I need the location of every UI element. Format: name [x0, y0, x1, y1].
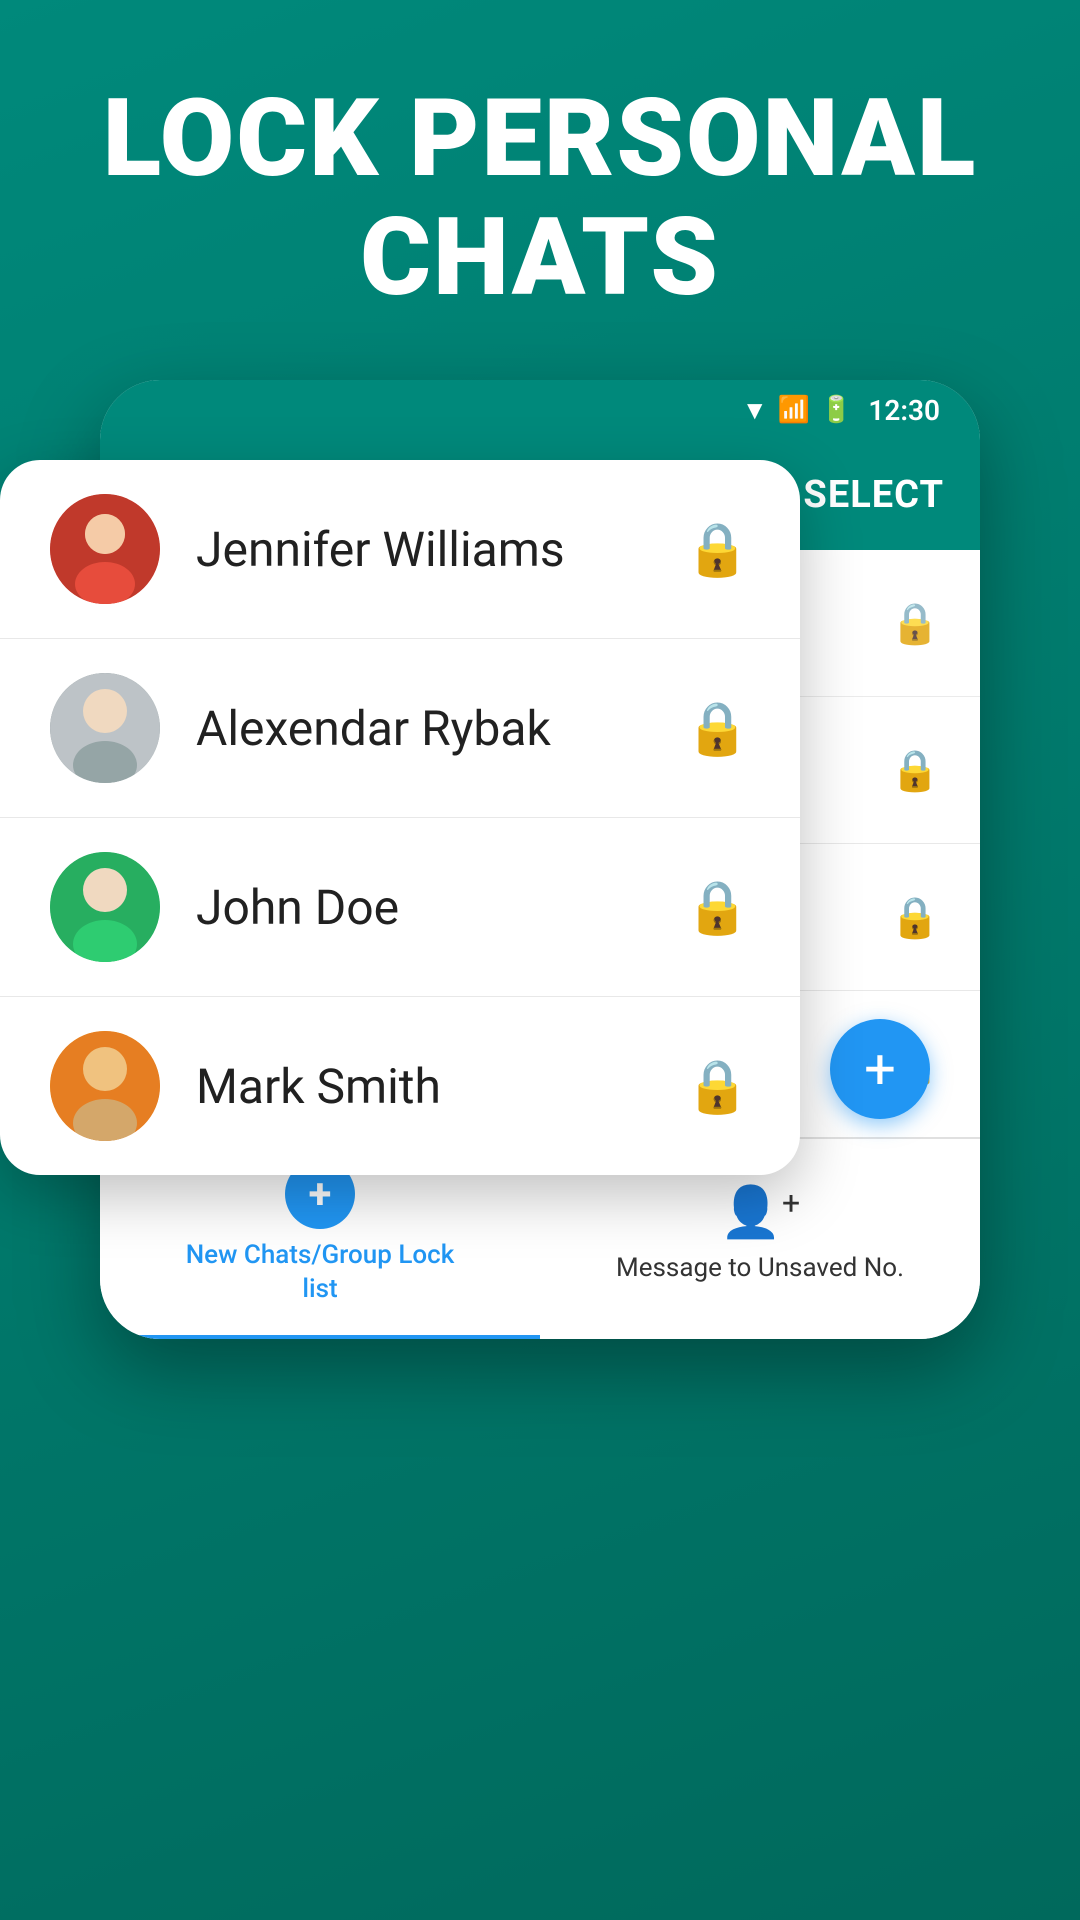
avatar	[50, 494, 160, 604]
fab-button[interactable]: +	[830, 1019, 930, 1119]
contact-name: John Doe	[196, 879, 685, 936]
lock-icon: 🔒	[890, 747, 940, 794]
lock-icon: 🔒	[685, 1056, 750, 1117]
lock-icon: 🔒	[685, 698, 750, 759]
avatar	[50, 673, 160, 783]
status-bar: ▼ 📶 🔋 12:30	[100, 380, 980, 440]
list-item[interactable]: Mark Smith 🔒	[0, 997, 800, 1175]
avatar	[50, 1031, 160, 1141]
status-time: 12:30	[868, 394, 940, 427]
message-unsaved-label: Message to Unsaved No.	[616, 1252, 904, 1286]
battery-icon: 🔋	[820, 395, 852, 425]
hero-title: LOCK PERSONAL CHATS	[0, 0, 1080, 318]
message-unsaved-icon: 👤+	[720, 1184, 800, 1242]
list-item[interactable]: Jennifer Williams 🔒	[0, 460, 800, 639]
lock-icon: 🔒	[685, 877, 750, 938]
contact-name: Jennifer Williams	[196, 521, 685, 578]
new-chats-label: New Chats/Group Locklist	[186, 1239, 455, 1307]
status-icons: ▼ 📶 🔋	[742, 395, 852, 426]
list-item[interactable]: John Doe 🔒	[0, 818, 800, 997]
avatar	[50, 852, 160, 962]
wifi-icon: ▼	[742, 395, 768, 426]
lock-icon: 🔒	[685, 519, 750, 580]
floating-card: Jennifer Williams 🔒 Alexendar Rybak 🔒 Jo…	[0, 460, 800, 1175]
lock-icon: 🔒	[890, 600, 940, 647]
contact-name: Alexendar Rybak	[196, 700, 685, 757]
list-item[interactable]: Alexendar Rybak 🔒	[0, 639, 800, 818]
lock-icon: 🔒	[890, 894, 940, 941]
signal-icon: 📶	[778, 395, 810, 425]
contact-name: Mark Smith	[196, 1058, 685, 1115]
select-button[interactable]: SELECT	[803, 473, 944, 517]
